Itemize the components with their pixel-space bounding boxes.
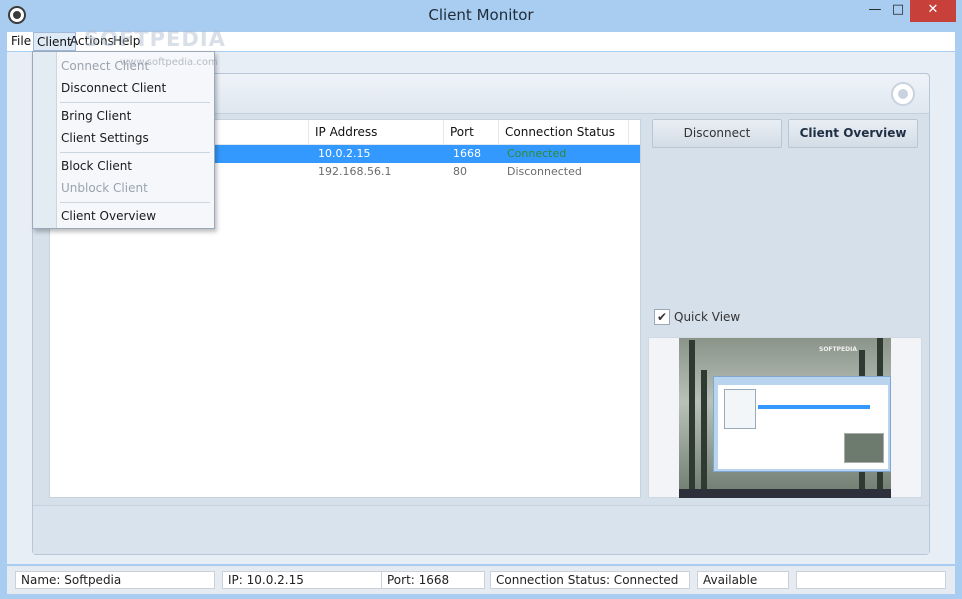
row-port: 1668	[453, 147, 481, 160]
status-connection: Connection Status: Connected	[490, 571, 690, 589]
window-title: Client Monitor	[428, 6, 534, 24]
preview-taskbar	[679, 489, 891, 498]
disconnect-button[interactable]: Disconnect	[652, 119, 782, 148]
menu-item-block-client[interactable]: Block Client	[61, 156, 132, 176]
preview-window	[713, 376, 891, 472]
menu-item-unblock-client: Unblock Client	[61, 181, 148, 195]
row-port: 80	[453, 165, 467, 178]
menu-file[interactable]: File	[11, 34, 31, 48]
menu-separator	[60, 202, 210, 203]
menu-item-bring-client[interactable]: Bring Client	[61, 106, 131, 126]
preview-watermark: SOFTPEDIA	[819, 346, 857, 353]
status-port: Port: 1668	[381, 571, 485, 589]
minimize-button[interactable]: —	[862, 0, 888, 22]
client-menu-dropdown: Connect Client Disconnect Client Bring C…	[32, 51, 215, 229]
quick-view-preview: SOFTPEDIA	[648, 337, 922, 498]
quick-view-checkbox[interactable]: ✔	[654, 309, 670, 325]
status-name: Name: Softpedia	[15, 571, 215, 589]
watermark: SOFTPEDIA	[84, 27, 226, 51]
preview-tree	[701, 370, 707, 490]
menu-gutter	[33, 52, 57, 228]
bottom-panel	[33, 505, 929, 554]
preview-thumbnail	[844, 433, 884, 463]
client-overview-button[interactable]: Client Overview	[788, 119, 918, 148]
column-header-ip[interactable]: IP Address	[309, 120, 444, 145]
quick-view-label: Quick View	[674, 310, 741, 324]
row-ip: 10.0.2.15	[318, 147, 371, 160]
preview-tree	[689, 340, 695, 490]
close-button[interactable]: ✕	[910, 0, 956, 22]
status-ip: IP: 10.0.2.15	[222, 571, 382, 589]
maximize-button[interactable]: □	[888, 0, 908, 22]
status-availability: Available	[697, 571, 789, 589]
menu-item-client-overview[interactable]: Client Overview	[61, 206, 156, 226]
status-bar: Name: Softpedia IP: 10.0.2.15 Port: 1668…	[7, 566, 955, 594]
menu-item-disconnect-client[interactable]: Disconnect Client	[61, 78, 166, 98]
preview-window-content	[718, 385, 888, 469]
column-header-status[interactable]: Connection Status	[499, 120, 629, 145]
preview-menu	[724, 389, 756, 429]
preview-screenshot: SOFTPEDIA	[679, 338, 891, 498]
status-extra	[796, 571, 946, 589]
row-ip: 192.168.56.1	[318, 165, 392, 178]
menu-separator	[60, 102, 210, 103]
title-bar: Client Monitor — □ ✕	[0, 0, 962, 30]
row-status: Connected	[507, 147, 567, 160]
panel-logo-icon	[891, 82, 915, 106]
menu-separator	[60, 152, 210, 153]
menu-item-client-settings[interactable]: Client Settings	[61, 128, 149, 148]
column-header-port[interactable]: Port	[444, 120, 499, 145]
watermark-url: www.softpedia.com	[120, 57, 218, 68]
row-status: Disconnected	[507, 165, 582, 178]
preview-selection	[758, 405, 870, 409]
